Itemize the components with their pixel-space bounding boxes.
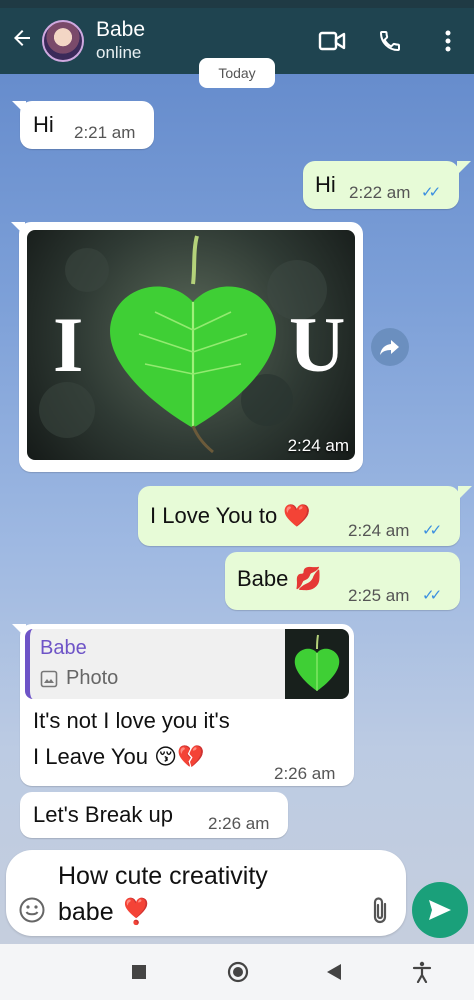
message-text: Hi [315,172,336,197]
message-time: 2:25 am [348,586,410,605]
message-input[interactable]: How cute creativity babe ❣️ [58,858,358,930]
photo-image[interactable]: I U 2:24 am [27,230,355,460]
emoji-icon[interactable] [18,896,46,929]
message-bubble-incoming[interactable]: Let's Break up 2:26 am [20,792,288,838]
accessibility-icon[interactable] [408,958,436,986]
read-ticks-icon: ✓✓ [422,522,442,539]
home-icon[interactable] [224,958,252,986]
reply-thumbnail [285,629,349,699]
message-text: Hi [33,112,54,137]
avatar[interactable] [42,20,84,62]
bubble-tail [11,222,25,236]
read-ticks-icon: ✓✓ [421,184,441,201]
reply-type: Photo [40,667,118,690]
bubble-tail [458,486,472,500]
message-composer[interactable]: How cute creativity babe ❣️ [6,850,406,936]
message-time: 2:26 am [274,764,336,783]
photo-letter: U [289,301,346,388]
system-nav-bar [0,944,474,1000]
message-bubble-outgoing[interactable]: Hi 2:22 am ✓✓ [303,161,459,209]
video-call-icon[interactable] [318,27,346,55]
message-time: 2:26 am [208,814,270,833]
photo-icon [40,670,58,687]
date-chip: Today [199,58,275,88]
reply-sender-name: Babe [40,637,87,659]
reply-type-label: Photo [66,667,119,689]
message-text: Let's Break up [33,802,173,827]
send-icon [429,900,451,920]
message-time: 2:21 am [74,123,136,142]
message-text: Babe 💋 [237,566,322,591]
bubble-tail [12,624,26,638]
status-bar [0,0,474,8]
read-ticks-icon: ✓✓ [422,587,442,604]
message-text-line2: I Leave You 😚💔 [33,744,205,769]
message-text: I Love You to ❤️ [150,503,311,528]
attach-icon[interactable] [370,896,390,931]
contact-info[interactable]: Babe online [96,18,145,64]
message-time: 2:24 am [348,521,410,540]
contact-status: online [96,43,142,62]
bubble-tail [457,161,471,175]
recents-icon[interactable] [125,958,153,986]
message-time: 2:24 am [287,436,349,455]
contact-name: Babe [96,18,146,41]
more-options-icon[interactable] [434,27,462,55]
message-bubble-outgoing[interactable]: I Love You to ❤️ 2:24 am ✓✓ [138,486,460,546]
back-arrow-icon[interactable] [2,26,42,57]
message-text-line1: It's not I love you it's [33,708,230,733]
photo-letter: I [53,301,84,388]
message-bubble-outgoing[interactable]: Babe 💋 2:25 am ✓✓ [225,552,460,610]
message-input-line1: How cute creativity [58,862,268,890]
send-button[interactable] [412,882,468,938]
bubble-tail [12,101,26,115]
back-nav-icon[interactable] [320,958,348,986]
message-bubble-incoming[interactable]: Hi 2:21 am [20,101,154,149]
message-time: 2:22 am [349,183,411,202]
photo-message[interactable]: I U 2:24 am [19,222,363,472]
forward-icon[interactable] [371,328,409,366]
quoted-reply[interactable]: Babe Photo [25,629,349,699]
message-input-line2: babe ❣️ [58,898,152,926]
voice-call-icon[interactable] [376,27,404,55]
